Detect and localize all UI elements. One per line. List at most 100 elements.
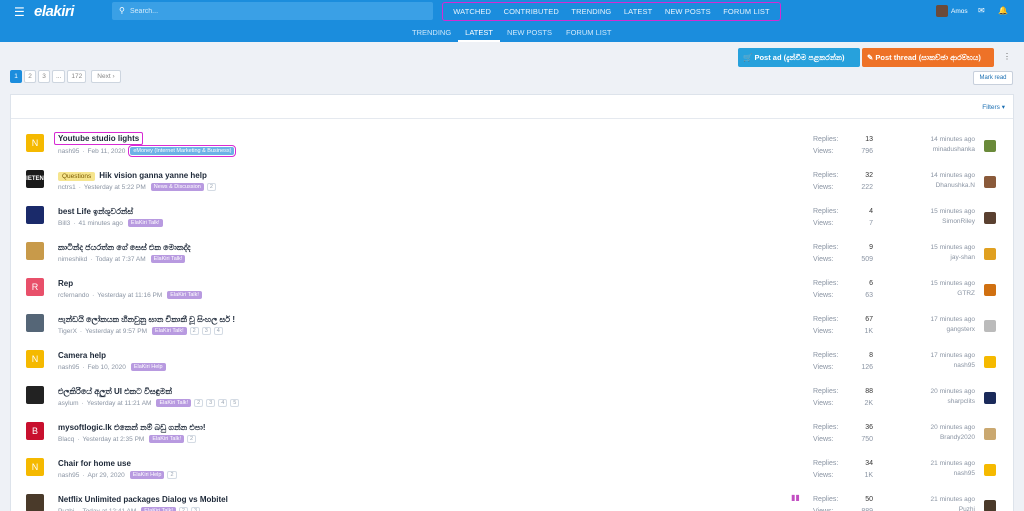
subnav-trending[interactable]: TRENDING <box>405 24 458 42</box>
thread-page-link[interactable]: 2 <box>206 183 216 191</box>
avatar[interactable]: B <box>26 422 44 440</box>
avatar[interactable]: N <box>26 350 44 368</box>
avatar[interactable] <box>26 242 44 260</box>
thread-page-link[interactable]: 4 <box>218 399 228 407</box>
last-post-time[interactable]: 20 minutes ago <box>881 388 975 395</box>
table-row[interactable]: පැන්ඩයි ලෝකයක හීනවුනු ඝාන චිකාකී චූ සිංහ… <box>11 312 1013 348</box>
last-poster[interactable]: nash95 <box>881 362 975 369</box>
thread-author[interactable]: nash95 <box>58 472 79 479</box>
last-poster-avatar[interactable] <box>984 140 996 152</box>
forum-tag[interactable]: ElaKiri Help <box>130 363 166 371</box>
thread-page-link[interactable]: 2 <box>167 471 177 479</box>
more-options-icon[interactable]: ⋮ <box>1003 52 1011 61</box>
thread-author[interactable]: Puzhi <box>58 508 74 511</box>
table-row[interactable]: Bmysoftlogic.lk එකෙන් නම් බඩු ගන්න එපා! B… <box>11 420 1013 456</box>
search-input[interactable] <box>130 4 420 18</box>
thread-author[interactable]: Blacq <box>58 436 74 443</box>
thread-title[interactable]: Netflix Unlimited packages Dialog vs Mob… <box>58 495 228 504</box>
forum-tag[interactable]: ElaKiri Talk! <box>150 255 186 263</box>
avatar[interactable] <box>26 386 44 404</box>
thread-title[interactable]: Rep <box>58 279 73 288</box>
next-page-button[interactable]: Next › <box>91 70 121 83</box>
nav-new-posts[interactable]: NEW POSTS <box>665 7 711 16</box>
last-poster-avatar[interactable] <box>984 356 996 368</box>
last-poster-avatar[interactable] <box>984 212 996 224</box>
avatar[interactable] <box>26 314 44 332</box>
avatar[interactable]: IETEN <box>26 170 44 188</box>
filters-button[interactable]: Filters ▾ <box>982 103 1005 111</box>
prefix-label[interactable]: Questions <box>58 172 96 181</box>
thread-page-link[interactable]: 3 <box>201 327 211 335</box>
last-post-time[interactable]: 20 minutes ago <box>881 424 975 431</box>
thread-date[interactable]: Yesterday at 5:22 PM <box>84 184 146 191</box>
table-row[interactable]: කාටින්ද ජයරත්න ගේ සෙස් එක මොකද්ද nimeshik… <box>11 240 1013 276</box>
thread-page-link[interactable]: 3 <box>206 399 216 407</box>
last-post-time[interactable]: 17 minutes ago <box>881 352 975 359</box>
mail-icon[interactable]: ✉ <box>978 6 985 15</box>
last-poster[interactable]: Puzhi <box>881 506 975 511</box>
table-row[interactable]: Netflix Unlimited packages Dialog vs Mob… <box>11 492 1013 511</box>
thread-title[interactable]: කාටින්ද ජයරත්න ගේ සෙස් එක මොකද්ද <box>58 243 191 253</box>
forum-tag[interactable]: News & Discussion <box>150 183 204 191</box>
thread-page-link[interactable]: 5 <box>230 399 240 407</box>
table-row[interactable]: IETEN Questions Hik vision ganna yanne hel… <box>11 168 1013 204</box>
last-post-time[interactable]: 21 minutes ago <box>881 496 975 503</box>
page-1[interactable]: 1 <box>10 70 22 83</box>
forum-tag[interactable]: ElaKiri Talk! <box>167 291 202 299</box>
thread-date[interactable]: Feb 11, 2020 <box>88 148 126 155</box>
table-row[interactable]: R Rep rcfernando · Yesterday at 11:16 PM ElaK… <box>11 276 1013 312</box>
thread-title[interactable]: Camera help <box>58 351 106 360</box>
forum-tag[interactable]: ElaKiri Talk! <box>141 507 176 511</box>
last-poster[interactable]: SimonRiley <box>881 218 975 225</box>
thread-author[interactable]: Bill3 <box>58 220 70 227</box>
avatar[interactable] <box>26 494 44 511</box>
last-poster[interactable]: jay-shan <box>881 254 975 261</box>
last-poster[interactable]: Brandy2020 <box>881 434 975 441</box>
nav-latest[interactable]: LATEST <box>624 7 652 16</box>
last-poster-avatar[interactable] <box>984 500 996 511</box>
forum-tag[interactable]: ElaKiri Talk! <box>127 219 163 227</box>
last-post-time[interactable]: 15 minutes ago <box>881 244 975 251</box>
last-poster[interactable]: Dhanushka.N <box>881 182 975 189</box>
last-post-time[interactable]: 15 minutes ago <box>881 280 975 287</box>
thread-title[interactable]: එලකිරියේ අලුත් UI එකට විසඳුමක් <box>58 387 172 397</box>
thread-date[interactable]: Apr 29, 2020 <box>88 472 125 479</box>
thread-page-link[interactable]: 4 <box>213 327 223 335</box>
thread-author[interactable]: nimeshikd <box>58 256 87 263</box>
forum-tag[interactable]: ElaKiri Talk! <box>156 399 192 407</box>
subnav-latest[interactable]: LATEST <box>458 24 500 42</box>
page-ellipsis[interactable]: ... <box>52 70 66 83</box>
site-logo[interactable]: elakiri <box>34 3 74 20</box>
thread-page-link[interactable]: 3 <box>190 507 201 511</box>
page-3[interactable]: 3 <box>38 70 50 83</box>
thread-page-link[interactable]: 2 <box>189 327 199 335</box>
thread-page-link[interactable]: 2 <box>187 435 197 443</box>
thread-date[interactable]: Feb 10, 2020 <box>88 364 126 371</box>
last-poster-avatar[interactable] <box>984 464 996 476</box>
thread-author[interactable]: nctrs1 <box>58 184 76 191</box>
thread-date[interactable]: Yesterday at 9:57 PM <box>85 328 147 335</box>
table-row[interactable]: එලකිරියේ අලුත් UI එකට විසඳුමක් asylum · Yes… <box>11 384 1013 420</box>
avatar[interactable]: N <box>26 458 44 476</box>
thread-page-link[interactable]: 2 <box>194 399 204 407</box>
thread-date[interactable]: Yesterday at 11:21 AM <box>87 400 152 407</box>
user-menu[interactable]: Amos <box>936 5 968 17</box>
last-poster[interactable]: gangsterx <box>881 326 975 333</box>
last-poster[interactable]: nash95 <box>881 470 975 477</box>
avatar[interactable] <box>26 206 44 224</box>
table-row[interactable]: N Camera help nash95 · Feb 10, 2020 ElaKiri H… <box>11 348 1013 384</box>
search-box[interactable]: ⚲ <box>112 2 433 20</box>
last-poster-avatar[interactable] <box>984 176 996 188</box>
thread-title[interactable]: Youtube studio lights <box>54 132 144 145</box>
avatar[interactable]: N <box>26 134 44 152</box>
nav-contributed[interactable]: CONTRIBUTED <box>504 7 559 16</box>
last-poster[interactable]: sharpclits <box>881 398 975 405</box>
table-row[interactable]: N Youtube studio lights nash95 · Feb 11, 202… <box>11 132 1013 168</box>
thread-date[interactable]: Today at 7:37 AM <box>95 256 145 263</box>
thread-page-link[interactable]: 2 <box>178 507 188 511</box>
table-row[interactable]: N Chair for home use nash95 · Apr 29, 2020 El… <box>11 456 1013 492</box>
last-post-time[interactable]: 21 minutes ago <box>881 460 975 467</box>
mark-read-button[interactable]: Mark read <box>973 71 1013 85</box>
last-post-time[interactable]: 17 minutes ago <box>881 316 975 323</box>
thread-date[interactable]: Yesterday at 2:35 PM <box>82 436 144 443</box>
